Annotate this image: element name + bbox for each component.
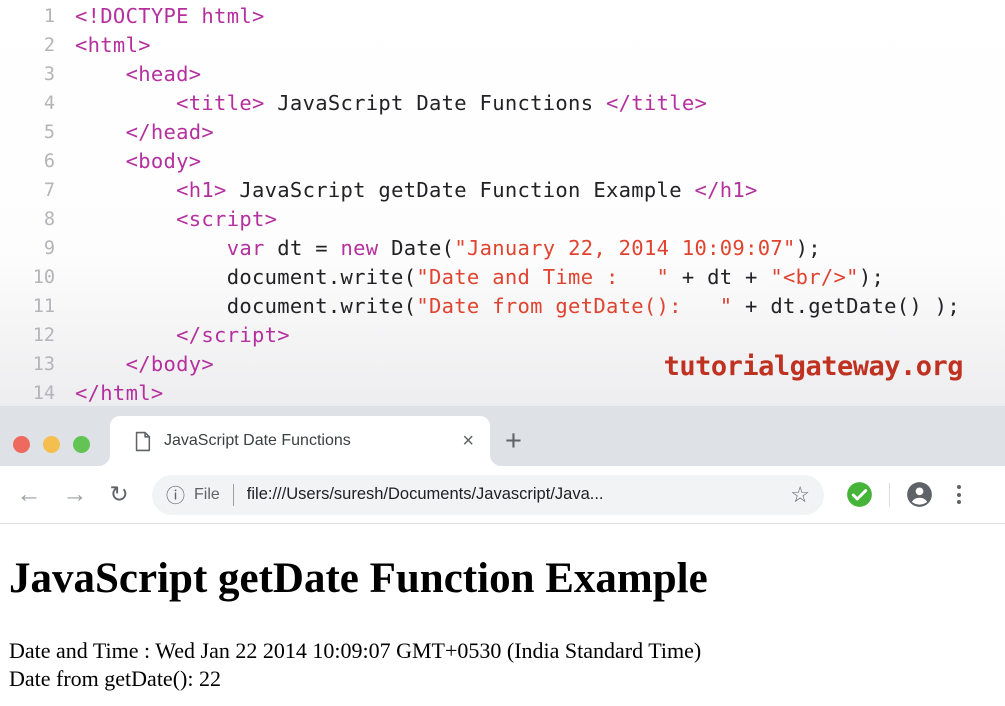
rendered-page: JavaScript getDate Function Example Date… (0, 524, 1005, 706)
code-line: 3 <head> (0, 60, 1005, 89)
bookmark-star-icon[interactable]: ☆ (790, 484, 810, 506)
window-controls (13, 436, 90, 453)
toolbar-divider (889, 483, 890, 507)
code-line: 5 </head> (0, 118, 1005, 147)
code-content: </head> (55, 118, 214, 147)
code-content: <!DOCTYPE html> (55, 2, 265, 31)
info-icon[interactable]: ⓘ (166, 481, 185, 508)
code-line: 14</html> (0, 379, 1005, 406)
line-number: 7 (0, 176, 55, 205)
kebab-menu-icon[interactable] (953, 481, 965, 508)
browser-tab-strip: JavaScript Date Functions × + (0, 406, 1005, 466)
code-content: var dt = new Date("January 22, 2014 10:0… (55, 234, 821, 263)
url-text[interactable]: file:///Users/suresh/Documents/Javascrip… (247, 485, 780, 504)
code-line: 1<!DOCTYPE html> (0, 2, 1005, 31)
code-content: </html> (55, 379, 164, 406)
profile-avatar-icon[interactable] (906, 481, 933, 508)
line-number: 6 (0, 147, 55, 176)
code-content: document.write("Date and Time : " + dt +… (55, 263, 884, 292)
code-line: 7 <h1> JavaScript getDate Function Examp… (0, 176, 1005, 205)
code-line: 6 <body> (0, 147, 1005, 176)
code-line: 10 document.write("Date and Time : " + d… (0, 263, 1005, 292)
browser-tab[interactable]: JavaScript Date Functions × (110, 416, 490, 466)
code-editor-panel: 1<!DOCTYPE html>2<html>3 <head>4 <title>… (0, 0, 1005, 406)
line-number: 3 (0, 60, 55, 89)
page-heading: JavaScript getDate Function Example (9, 524, 996, 603)
line-number: 12 (0, 321, 55, 350)
tab-close-icon[interactable]: × (458, 429, 478, 453)
address-bar[interactable]: ⓘ File file:///Users/suresh/Documents/Ja… (152, 475, 824, 515)
extension-check-icon[interactable] (846, 481, 873, 508)
window-minimize-button[interactable] (43, 436, 60, 453)
code-line: 12 </script> (0, 321, 1005, 350)
line-number: 4 (0, 89, 55, 118)
code-content: document.write("Date from getDate(): " +… (55, 292, 960, 321)
output-line-getdate: Date from getDate(): 22 (9, 665, 996, 693)
forward-icon[interactable]: → (60, 482, 90, 507)
watermark-text: tutorialgateway.org (664, 352, 963, 381)
line-number: 2 (0, 31, 55, 60)
line-number: 13 (0, 350, 55, 379)
output-line-datetime: Date and Time : Wed Jan 22 2014 10:09:07… (9, 637, 996, 665)
line-number: 8 (0, 205, 55, 234)
code-line: 11 document.write("Date from getDate(): … (0, 292, 1005, 321)
code-content: <html> (55, 31, 151, 60)
line-number: 14 (0, 379, 55, 406)
new-tab-button[interactable]: + (505, 427, 522, 456)
omnibox-divider (233, 484, 234, 506)
page-icon (134, 431, 151, 452)
code-line: 8 <script> (0, 205, 1005, 234)
code-content: <head> (55, 60, 201, 89)
line-number: 11 (0, 292, 55, 321)
line-number: 10 (0, 263, 55, 292)
line-number: 9 (0, 234, 55, 263)
code-content: <title> JavaScript Date Functions </titl… (55, 89, 707, 118)
code-content: </script> (55, 321, 290, 350)
code-content: <h1> JavaScript getDate Function Example… (55, 176, 758, 205)
code-line: 2<html> (0, 31, 1005, 60)
url-scheme-label: File (194, 486, 220, 504)
line-number: 1 (0, 2, 55, 31)
back-icon[interactable]: ← (14, 482, 44, 507)
reload-icon[interactable]: ↻ (104, 483, 134, 506)
window-close-button[interactable] (13, 436, 30, 453)
code-line: 4 <title> JavaScript Date Functions </ti… (0, 89, 1005, 118)
code-content: </body> (55, 350, 214, 379)
tab-title: JavaScript Date Functions (164, 432, 458, 450)
code-line: 9 var dt = new Date("January 22, 2014 10… (0, 234, 1005, 263)
code-content: <body> (55, 147, 201, 176)
browser-toolbar: ← → ↻ ⓘ File file:///Users/suresh/Docume… (0, 466, 1005, 524)
line-number: 5 (0, 118, 55, 147)
script-output: Date and Time : Wed Jan 22 2014 10:09:07… (9, 637, 996, 693)
code-lines-container: 1<!DOCTYPE html>2<html>3 <head>4 <title>… (0, 2, 1005, 406)
window-zoom-button[interactable] (73, 436, 90, 453)
code-content: <script> (55, 205, 277, 234)
